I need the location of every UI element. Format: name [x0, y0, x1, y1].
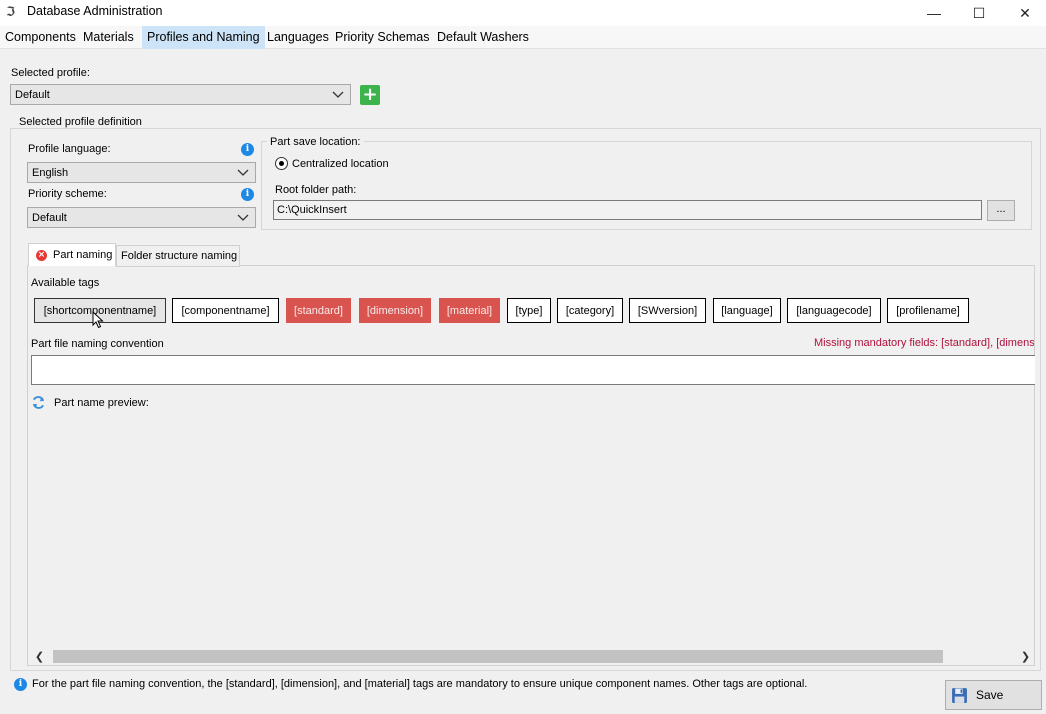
browse-button[interactable]: ...: [987, 200, 1015, 221]
profile-language-label: Profile language:: [28, 143, 111, 155]
plus-icon: +: [362, 84, 378, 105]
main-tab-bar: Components Materials Profiles and Naming…: [0, 26, 1046, 49]
mouse-cursor-icon: [92, 311, 104, 329]
tag-button[interactable]: [languagecode]: [787, 298, 881, 323]
centralized-location-label[interactable]: Centralized location: [292, 158, 389, 170]
tag-button[interactable]: [type]: [507, 298, 551, 323]
tab-part-naming-label: Part naming: [53, 249, 113, 261]
scrollbar-thumb[interactable]: [53, 650, 943, 663]
info-icon[interactable]: i: [241, 143, 254, 156]
tab-components[interactable]: Components: [0, 26, 81, 49]
root-folder-value: C:\QuickInsert: [277, 204, 347, 216]
title-bar: ℑ Database Administration — ☐ ✕: [0, 0, 1046, 26]
close-button[interactable]: ✕: [1002, 0, 1046, 26]
tag-button[interactable]: [language]: [713, 298, 781, 323]
part-name-preview-label: Part name preview:: [54, 397, 149, 409]
available-tags-label: Available tags: [31, 277, 100, 289]
profile-language-dropdown[interactable]: English: [27, 162, 256, 183]
chevron-down-icon: [237, 214, 249, 221]
info-icon: i: [14, 678, 27, 691]
save-button-label: Save: [976, 688, 1004, 702]
tab-materials[interactable]: Materials: [78, 26, 139, 49]
add-profile-button[interactable]: +: [360, 85, 380, 105]
profile-language-value: English: [32, 166, 69, 179]
app-icon: ℑ: [6, 5, 16, 20]
tag-button[interactable]: [SWversion]: [629, 298, 706, 323]
minimize-button[interactable]: —: [911, 0, 957, 26]
save-location-legend: Part save location:: [267, 136, 364, 148]
priority-scheme-label: Priority scheme:: [28, 188, 107, 200]
save-button[interactable]: Save: [945, 680, 1042, 710]
error-icon: ×: [36, 249, 47, 261]
tab-folder-structure-naming[interactable]: Folder structure naming: [116, 245, 240, 267]
centralized-location-radio[interactable]: [275, 157, 288, 170]
naming-convention-input[interactable]: [31, 355, 1035, 385]
chevron-down-icon: [237, 169, 249, 176]
tag-button[interactable]: [componentname]: [172, 298, 279, 323]
root-folder-input[interactable]: C:\QuickInsert: [273, 200, 982, 220]
selected-profile-value: Default: [15, 88, 50, 101]
tab-profiles-and-naming[interactable]: Profiles and Naming: [142, 26, 265, 49]
tag-button[interactable]: [profilename]: [887, 298, 969, 323]
tab-default-washers[interactable]: Default Washers: [432, 26, 534, 49]
tag-button[interactable]: [material]: [439, 298, 500, 323]
footer-info-text: For the part file naming convention, the…: [32, 678, 808, 690]
refresh-icon[interactable]: [31, 395, 46, 410]
horizontal-scrollbar[interactable]: ❮ ❯: [31, 648, 1034, 665]
priority-scheme-dropdown[interactable]: Default: [27, 207, 256, 228]
tag-button[interactable]: [category]: [557, 298, 623, 323]
tag-button[interactable]: [standard]: [286, 298, 351, 323]
chevron-down-icon: [332, 91, 344, 98]
priority-scheme-value: Default: [32, 211, 67, 224]
tag-button[interactable]: [dimension]: [359, 298, 431, 323]
selected-profile-label: Selected profile:: [11, 67, 90, 79]
floppy-disk-icon: [952, 687, 967, 703]
scroll-left-icon[interactable]: ❮: [31, 648, 48, 665]
missing-fields-message: Missing mandatory fields: [standard], [d…: [814, 337, 1034, 349]
naming-convention-label: Part file naming convention: [31, 338, 164, 350]
maximize-button[interactable]: ☐: [956, 0, 1002, 26]
root-folder-label: Root folder path:: [275, 184, 357, 196]
tab-part-naming[interactable]: × Part naming: [28, 243, 116, 266]
tab-folder-structure-naming-label: Folder structure naming: [121, 250, 238, 262]
tab-priority-schemas[interactable]: Priority Schemas: [330, 26, 434, 49]
tab-languages[interactable]: Languages: [262, 26, 334, 49]
profile-definition-legend: Selected profile definition: [16, 116, 145, 128]
window-title: Database Administration: [27, 4, 163, 18]
part-naming-panel: [27, 265, 1035, 666]
scroll-right-icon[interactable]: ❯: [1017, 648, 1034, 665]
selected-profile-dropdown[interactable]: Default: [10, 84, 351, 105]
info-icon[interactable]: i: [241, 188, 254, 201]
